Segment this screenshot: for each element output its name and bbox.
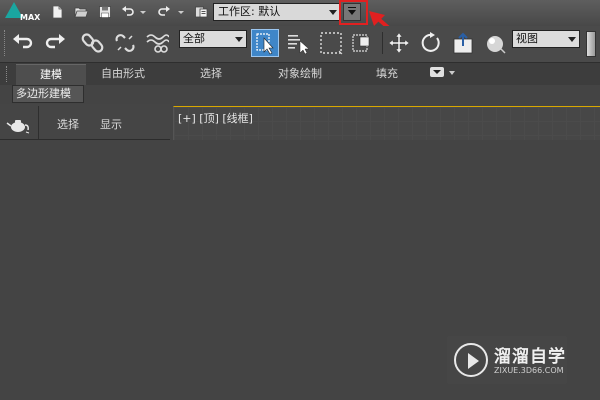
ribbon-options-icon[interactable]: [449, 71, 455, 75]
chevron-down-icon: [235, 37, 243, 42]
select-by-name-icon[interactable]: [285, 30, 311, 56]
watermark-title: 溜溜自学: [494, 347, 566, 367]
pivot-center-icon[interactable]: [586, 31, 596, 57]
selection-filter-dropdown[interactable]: 全部: [179, 30, 247, 48]
tab-modeling[interactable]: 建模: [16, 64, 86, 85]
undo-icon[interactable]: [119, 3, 137, 21]
highlight-annotation-box: [339, 0, 368, 25]
app-logo-button[interactable]: MAX: [2, 1, 40, 25]
window-crossing-icon[interactable]: [350, 30, 376, 56]
selection-filter-value: 全部: [183, 32, 205, 45]
move-icon[interactable]: [386, 30, 412, 56]
tab-object-paint[interactable]: 对象绘制: [262, 64, 338, 84]
bind-spacewarp-icon[interactable]: [144, 30, 170, 56]
tab-selection[interactable]: 选择: [178, 64, 244, 84]
ribbon-grip[interactable]: [6, 66, 11, 82]
scale-icon[interactable]: [450, 30, 476, 56]
ribbon-minimize-button[interactable]: [430, 67, 444, 77]
play-logo-icon: [454, 343, 488, 377]
redo-icon[interactable]: [155, 3, 173, 21]
redo-dropdown-icon[interactable]: [176, 3, 186, 21]
new-file-icon[interactable]: [48, 3, 66, 21]
polygon-modeling-panel[interactable]: 多边形建模: [12, 85, 84, 103]
explorer-menu-select[interactable]: 选择: [57, 116, 79, 132]
cursor-arrow-icon: [256, 33, 274, 55]
toolbar-redo-icon[interactable]: [42, 30, 68, 56]
workspace-dropdown[interactable]: 工作区: 默认: [213, 3, 341, 21]
open-folder-icon[interactable]: [72, 3, 90, 21]
tab-populate[interactable]: 填充: [356, 64, 418, 84]
explorer-menu-display[interactable]: 显示: [100, 116, 122, 132]
project-folder-icon[interactable]: [192, 3, 210, 21]
toolbar-undo-icon[interactable]: [10, 30, 36, 56]
workspace-label: 工作区: 默认: [218, 5, 281, 18]
rotate-icon[interactable]: [418, 30, 444, 56]
unlink-icon[interactable]: [112, 30, 138, 56]
undo-dropdown-icon[interactable]: [138, 3, 148, 21]
toolbar-separator: [382, 32, 383, 54]
tab-freeform[interactable]: 自由形式: [88, 64, 158, 84]
reference-coordinate-value: 视图: [516, 32, 538, 45]
save-icon[interactable]: [96, 3, 114, 21]
app-logo-text: MAX: [20, 13, 41, 22]
toolbar-grip[interactable]: [4, 30, 8, 56]
teapot-icon[interactable]: [6, 116, 30, 134]
explorer-divider: [38, 106, 39, 140]
chevron-down-icon: [329, 10, 337, 15]
teapot-render-icon[interactable]: [482, 30, 508, 56]
reference-coordinate-dropdown[interactable]: 视图: [512, 30, 580, 48]
chevron-down-icon: [568, 37, 576, 42]
viewport-label[interactable]: [+] [顶] [线框]: [178, 110, 253, 126]
watermark-url: ZIXUE.3D66.COM: [494, 366, 564, 375]
link-icon[interactable]: [80, 30, 106, 56]
select-object-button[interactable]: [251, 29, 279, 57]
chevron-down-icon: [433, 70, 441, 74]
rect-selection-icon[interactable]: [318, 30, 344, 56]
explorer-bottom-divider: [0, 139, 170, 140]
